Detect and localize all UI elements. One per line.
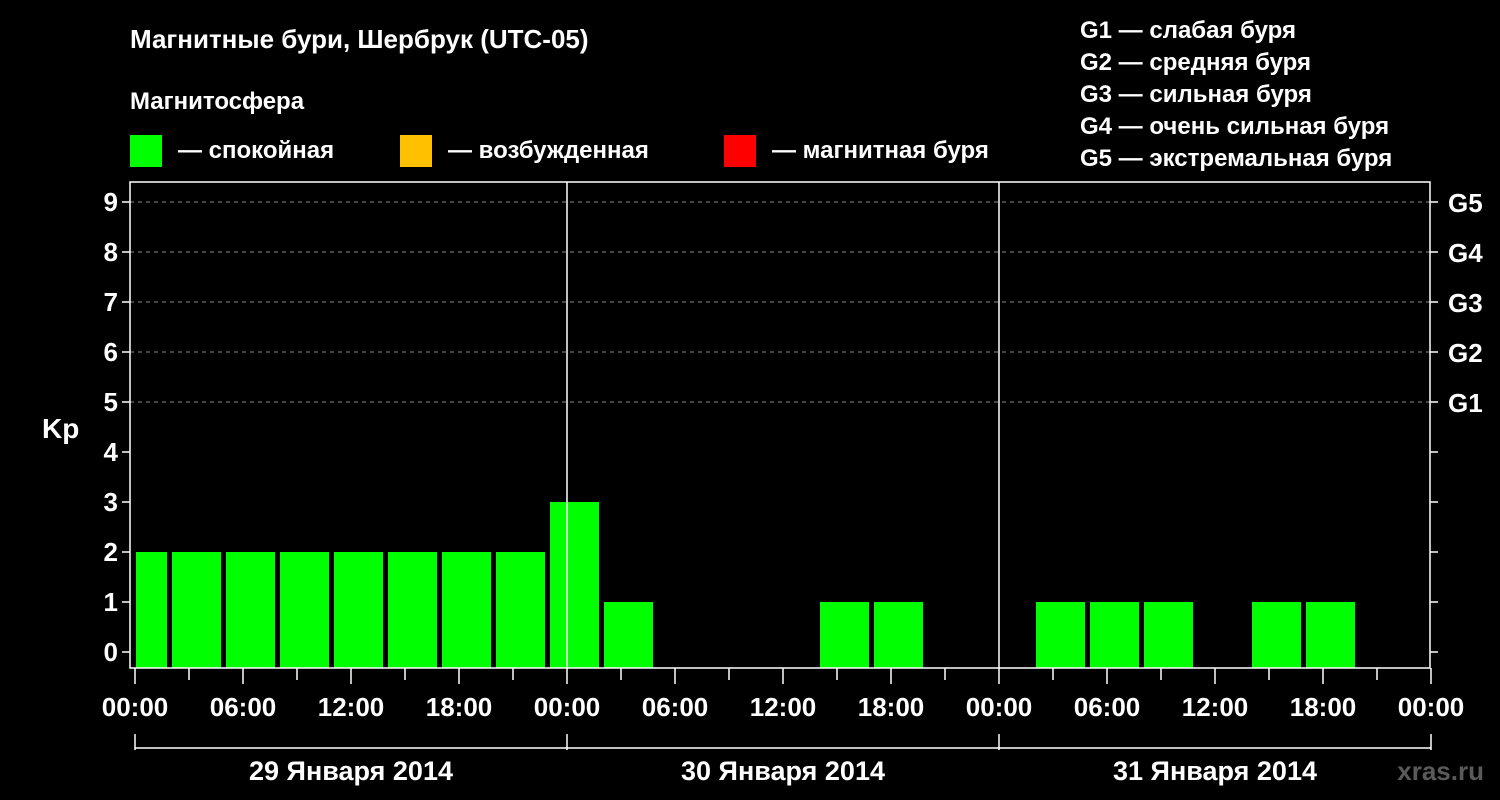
kp-bar (226, 552, 275, 668)
x-tick-label: 12:00 (318, 692, 385, 722)
day-label: 29 Января 2014 (249, 756, 453, 786)
kp-bar (1252, 602, 1301, 668)
legend-label-quiet: — спокойная (178, 137, 334, 164)
y-tick-label: 7 (104, 287, 118, 317)
x-tick-label: 06:00 (1074, 692, 1141, 722)
g-scale-g1: G1 — слабая буря (1080, 17, 1296, 44)
day-label: 31 Января 2014 (1113, 756, 1317, 786)
plot-area: 0 1 2 3 4 5 6 7 8 9 G1 G2 G3 G4 G5 00:00 06:00 12:00 18:00… (102, 181, 1483, 786)
y-tick-label: 2 (104, 537, 118, 567)
g-level-label: G4 (1448, 238, 1483, 268)
g-scale-g3: G3 — сильная буря (1080, 81, 1312, 108)
day-label: 30 Января 2014 (681, 756, 885, 786)
x-tick-label: 06:00 (210, 692, 277, 722)
chart-title: Магнитные бури, Шербрук (UTC-05) (130, 24, 589, 54)
y-tick-label: 3 (104, 487, 118, 517)
kp-bar (1036, 602, 1085, 668)
kp-bar (172, 552, 221, 668)
g-level-label: G5 (1448, 188, 1483, 218)
kp-bar (136, 552, 167, 668)
x-tick-label: 18:00 (426, 692, 493, 722)
legend-swatch-quiet (130, 135, 162, 167)
g-level-label: G2 (1448, 338, 1483, 368)
kp-bar (550, 502, 599, 668)
y-tick-label: 8 (104, 237, 118, 267)
y-tick-label: 5 (104, 387, 118, 417)
x-tick-label: 12:00 (1182, 692, 1249, 722)
g-scale-g5: G5 — экстремальная буря (1080, 145, 1392, 172)
g-scale-g2: G2 — средняя буря (1080, 49, 1311, 76)
y-tick-label: 1 (104, 587, 118, 617)
kp-bar (874, 602, 923, 668)
x-tick-label: 00:00 (1398, 692, 1465, 722)
kp-bar (334, 552, 383, 668)
y-tick-label: 0 (104, 637, 118, 667)
legend-swatch-storm (724, 135, 756, 167)
x-tick-label: 00:00 (534, 692, 601, 722)
kp-bar (1306, 602, 1355, 668)
kp-bar (442, 552, 491, 668)
kp-chart: Магнитные бури, Шербрук (UTC-05) Магнито… (42, 17, 1484, 786)
legend-label-active: — возбужденная (448, 137, 649, 164)
y-axis-label: Kp (42, 413, 79, 444)
y-tick-label: 6 (104, 337, 118, 367)
kp-bar (280, 552, 329, 668)
kp-bar (820, 602, 869, 668)
legend-swatch-active (400, 135, 432, 167)
kp-bar (1144, 602, 1193, 668)
x-tick-label: 00:00 (966, 692, 1033, 722)
g-scale-legend: G1 — слабая буря G2 — средняя буря G3 — … (1080, 17, 1392, 172)
chart-subtitle: Магнитосфера (130, 88, 305, 115)
x-tick-label: 18:00 (858, 692, 925, 722)
y-tick-label: 9 (104, 187, 118, 217)
x-tick-label: 06:00 (642, 692, 709, 722)
legend-label-storm: — магнитная буря (772, 137, 989, 164)
g-level-label: G3 (1448, 288, 1483, 318)
kp-bar (1090, 602, 1139, 668)
y-tick-label: 4 (104, 437, 119, 467)
x-tick-label: 00:00 (102, 692, 169, 722)
kp-bar (388, 552, 437, 668)
x-tick-label: 12:00 (750, 692, 817, 722)
g-level-label: G1 (1448, 388, 1483, 418)
x-tick-label: 18:00 (1290, 692, 1357, 722)
state-legend: — спокойная — возбужденная — магнитная б… (130, 135, 989, 167)
kp-bar (604, 602, 653, 668)
kp-bar (496, 552, 545, 668)
g-scale-g4: G4 — очень сильная буря (1080, 113, 1389, 140)
watermark: xras.ru (1397, 756, 1484, 786)
